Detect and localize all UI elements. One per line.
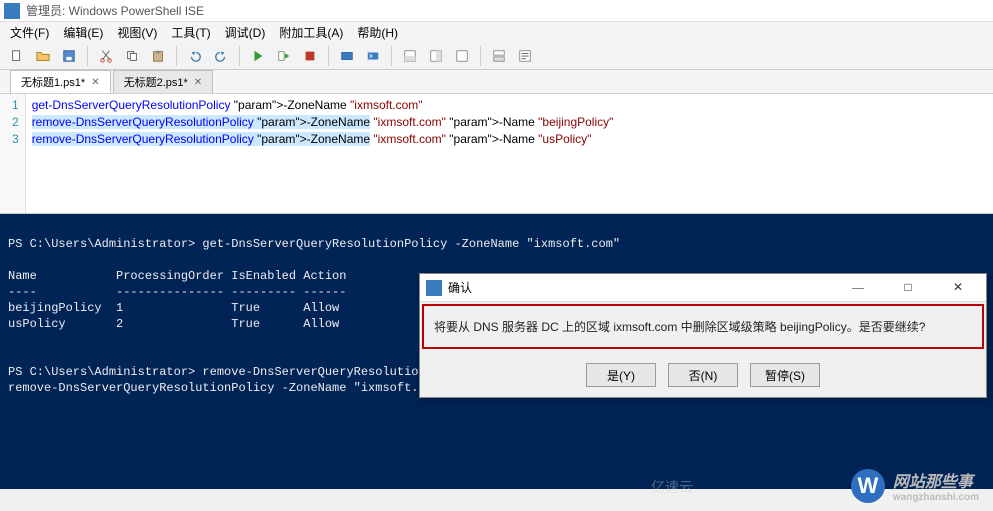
toolbar-separator <box>391 46 392 66</box>
toolbar-separator <box>87 46 88 66</box>
powershell-tab-icon[interactable] <box>362 45 384 67</box>
toolbar-separator <box>239 46 240 66</box>
close-icon[interactable]: ✕ <box>194 77 202 88</box>
tab-label: 无标题2.ps1* <box>124 74 188 90</box>
menu-tools[interactable]: 工具(T) <box>165 23 216 42</box>
dialog-title: 确认 <box>448 279 472 296</box>
toolbar-separator <box>480 46 481 66</box>
layout1-icon[interactable] <box>399 45 421 67</box>
run-icon[interactable] <box>247 45 269 67</box>
stop-icon[interactable] <box>299 45 321 67</box>
menu-file[interactable]: 文件(F) <box>4 23 55 42</box>
dialog-buttons: 是(Y) 否(N) 暂停(S) <box>420 351 986 397</box>
dialog-body: 将要从 DNS 服务器 DC 上的区域 ixmsoft.com 中删除区域级策略… <box>422 304 984 349</box>
menu-bar: 文件(F) 编辑(E) 视图(V) 工具(T) 调试(D) 附加工具(A) 帮助… <box>0 22 993 42</box>
confirm-dialog: 确认 — □ ✕ 将要从 DNS 服务器 DC 上的区域 ixmsoft.com… <box>419 273 987 398</box>
menu-addons[interactable]: 附加工具(A) <box>273 23 349 42</box>
toolbar-separator <box>176 46 177 66</box>
pause-button[interactable]: 暂停(S) <box>750 363 820 387</box>
undo-icon[interactable] <box>184 45 206 67</box>
menu-edit[interactable]: 编辑(E) <box>57 23 109 42</box>
close-icon[interactable]: ✕ <box>91 77 99 88</box>
menu-debug[interactable]: 调试(D) <box>219 23 272 42</box>
yes-button[interactable]: 是(Y) <box>586 363 656 387</box>
line-gutter: 123 <box>0 94 26 213</box>
toolbar <box>0 42 993 70</box>
dialog-message: 将要从 DNS 服务器 DC 上的区域 ixmsoft.com 中删除区域级策略… <box>434 316 972 337</box>
app-icon <box>4 3 20 19</box>
window-title: 管理员: Windows PowerShell ISE <box>26 2 204 19</box>
new-icon[interactable] <box>6 45 28 67</box>
paste-icon[interactable] <box>147 45 169 67</box>
toolbar-separator <box>328 46 329 66</box>
minimize-icon[interactable]: — <box>836 280 880 295</box>
layout2-icon[interactable] <box>425 45 447 67</box>
maximize-icon[interactable]: □ <box>886 280 930 295</box>
window-titlebar: 管理员: Windows PowerShell ISE <box>0 0 993 22</box>
new-remote-icon[interactable] <box>336 45 358 67</box>
dialog-titlebar: 确认 — □ ✕ <box>420 274 986 302</box>
watermark-text: 网站那些事 <box>893 468 979 492</box>
tab-untitled1[interactable]: 无标题1.ps1* ✕ <box>10 70 111 93</box>
script-editor[interactable]: 123 get-DnsServerQueryResolutionPolicy "… <box>0 94 993 214</box>
tab-untitled2[interactable]: 无标题2.ps1* ✕ <box>113 70 214 93</box>
copy-icon[interactable] <box>121 45 143 67</box>
menu-view[interactable]: 视图(V) <box>111 23 163 42</box>
watermark-alt: 亿速云 <box>651 477 693 497</box>
run-selection-icon[interactable] <box>273 45 295 67</box>
open-icon[interactable] <box>32 45 54 67</box>
redo-icon[interactable] <box>210 45 232 67</box>
save-icon[interactable] <box>58 45 80 67</box>
watermark-logo: W <box>851 469 885 503</box>
watermark: W 网站那些事 wangzhanshi.com <box>851 468 979 503</box>
script-tabs: 无标题1.ps1* ✕ 无标题2.ps1* ✕ <box>0 70 993 94</box>
show-script-icon[interactable] <box>488 45 510 67</box>
menu-help[interactable]: 帮助(H) <box>351 23 404 42</box>
tab-label: 无标题1.ps1* <box>21 74 85 90</box>
app-icon <box>426 280 442 296</box>
code-area[interactable]: get-DnsServerQueryResolutionPolicy "para… <box>26 94 993 213</box>
cut-icon[interactable] <box>95 45 117 67</box>
show-command-icon[interactable] <box>514 45 536 67</box>
watermark-sub: wangzhanshi.com <box>893 492 979 503</box>
close-icon[interactable]: ✕ <box>936 280 980 295</box>
layout3-icon[interactable] <box>451 45 473 67</box>
no-button[interactable]: 否(N) <box>668 363 738 387</box>
